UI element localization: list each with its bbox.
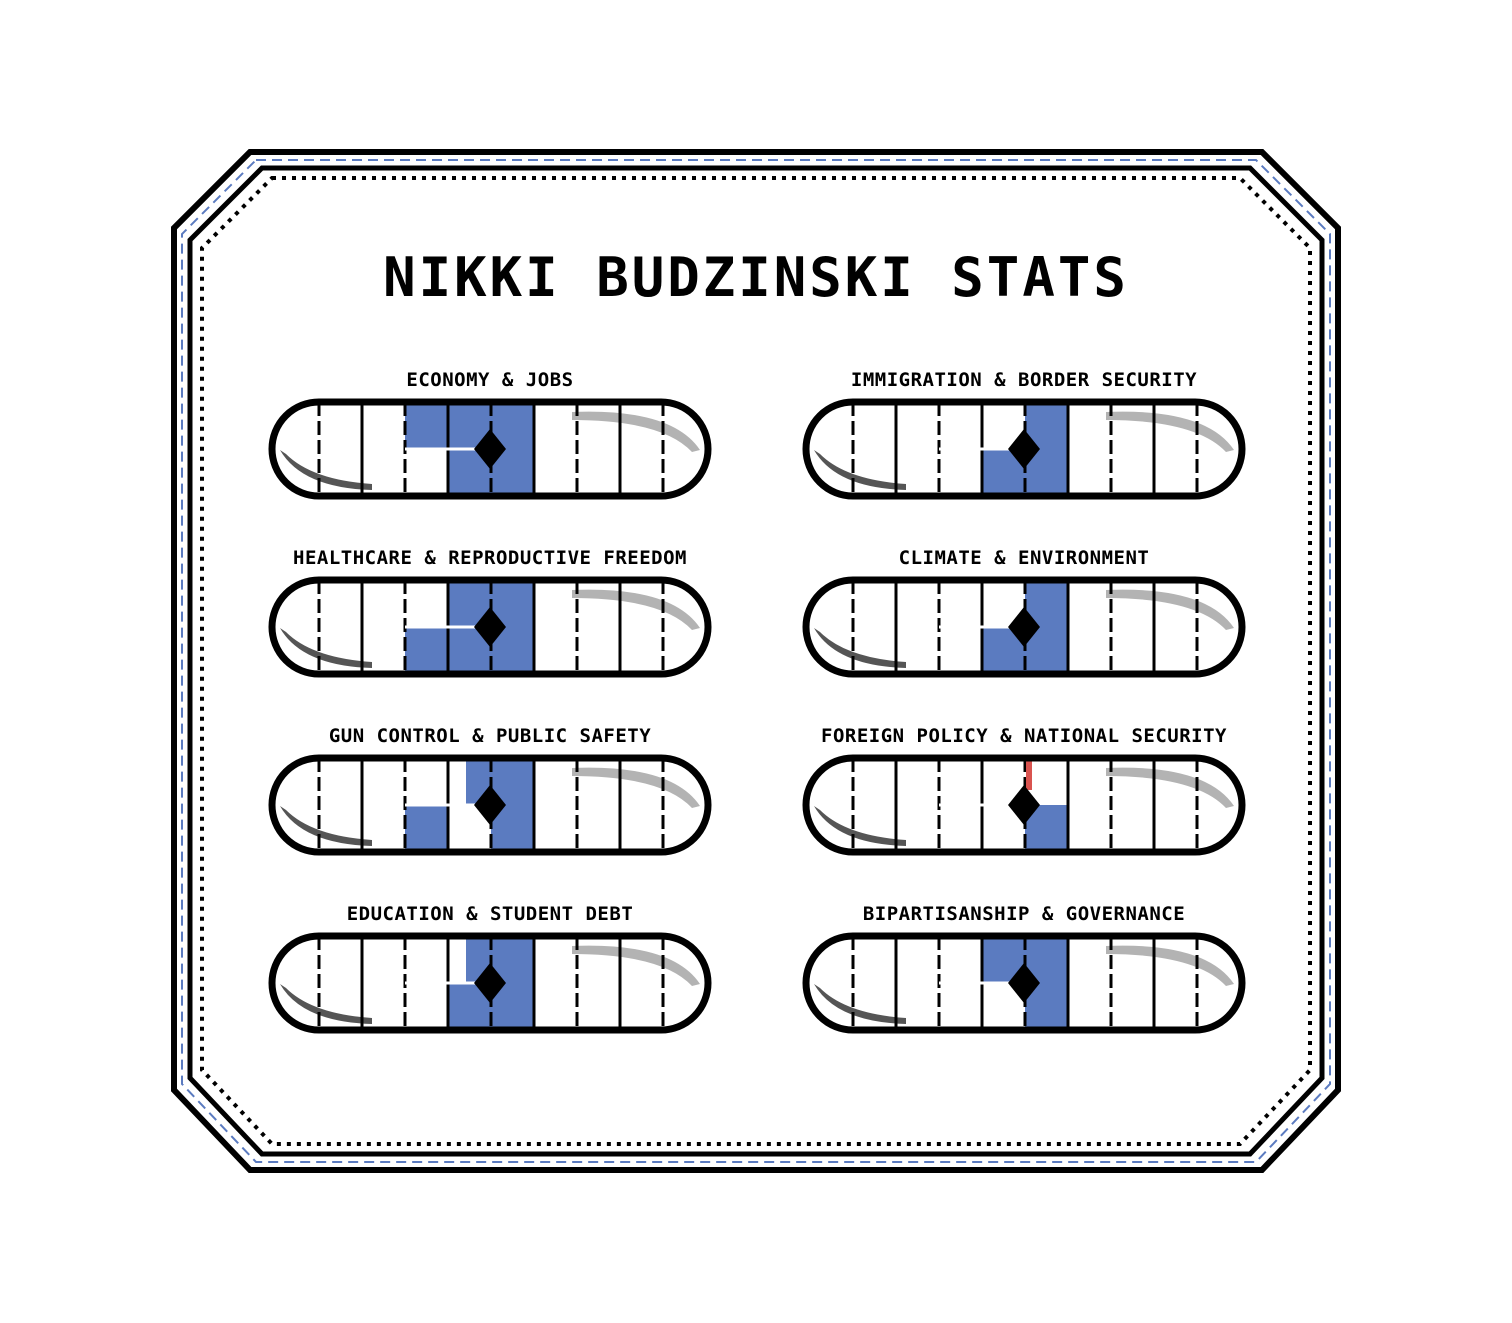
stat-label: CLIMATE & ENVIRONMENT — [899, 547, 1150, 569]
stat-label: FOREIGN POLICY & NATIONAL SECURITY — [821, 725, 1227, 747]
stat-meter: HEALTHCARE & REPRODUCTIVE FREEDOM — [268, 547, 712, 678]
meter-fill-half — [405, 805, 448, 852]
stat-meter: IMMIGRATION & BORDER SECURITY — [802, 369, 1246, 500]
stat-meter: GUN CONTROL & PUBLIC SAFETY — [268, 725, 712, 856]
stat-label: BIPARTISANSHIP & GOVERNANCE — [863, 903, 1185, 925]
alert-bar — [1026, 758, 1032, 790]
stat-meter: FOREIGN POLICY & NATIONAL SECURITY — [802, 725, 1246, 856]
stat-label: HEALTHCARE & REPRODUCTIVE FREEDOM — [293, 547, 687, 569]
stat-label: EDUCATION & STUDENT DEBT — [347, 903, 634, 925]
meter-fill-half — [405, 627, 448, 674]
stat-label: IMMIGRATION & BORDER SECURITY — [851, 369, 1197, 391]
stats-panel: NIKKI BUDZINSKI STATS ECONOMY & JOBS IMMI… — [171, 149, 1341, 1173]
meter-fill-half — [405, 402, 448, 449]
stat-label: ECONOMY & JOBS — [406, 369, 573, 391]
page-title: NIKKI BUDZINSKI STATS — [383, 246, 1129, 309]
stat-meter: BIPARTISANSHIP & GOVERNANCE — [802, 903, 1246, 1034]
stat-label: GUN CONTROL & PUBLIC SAFETY — [329, 725, 651, 747]
